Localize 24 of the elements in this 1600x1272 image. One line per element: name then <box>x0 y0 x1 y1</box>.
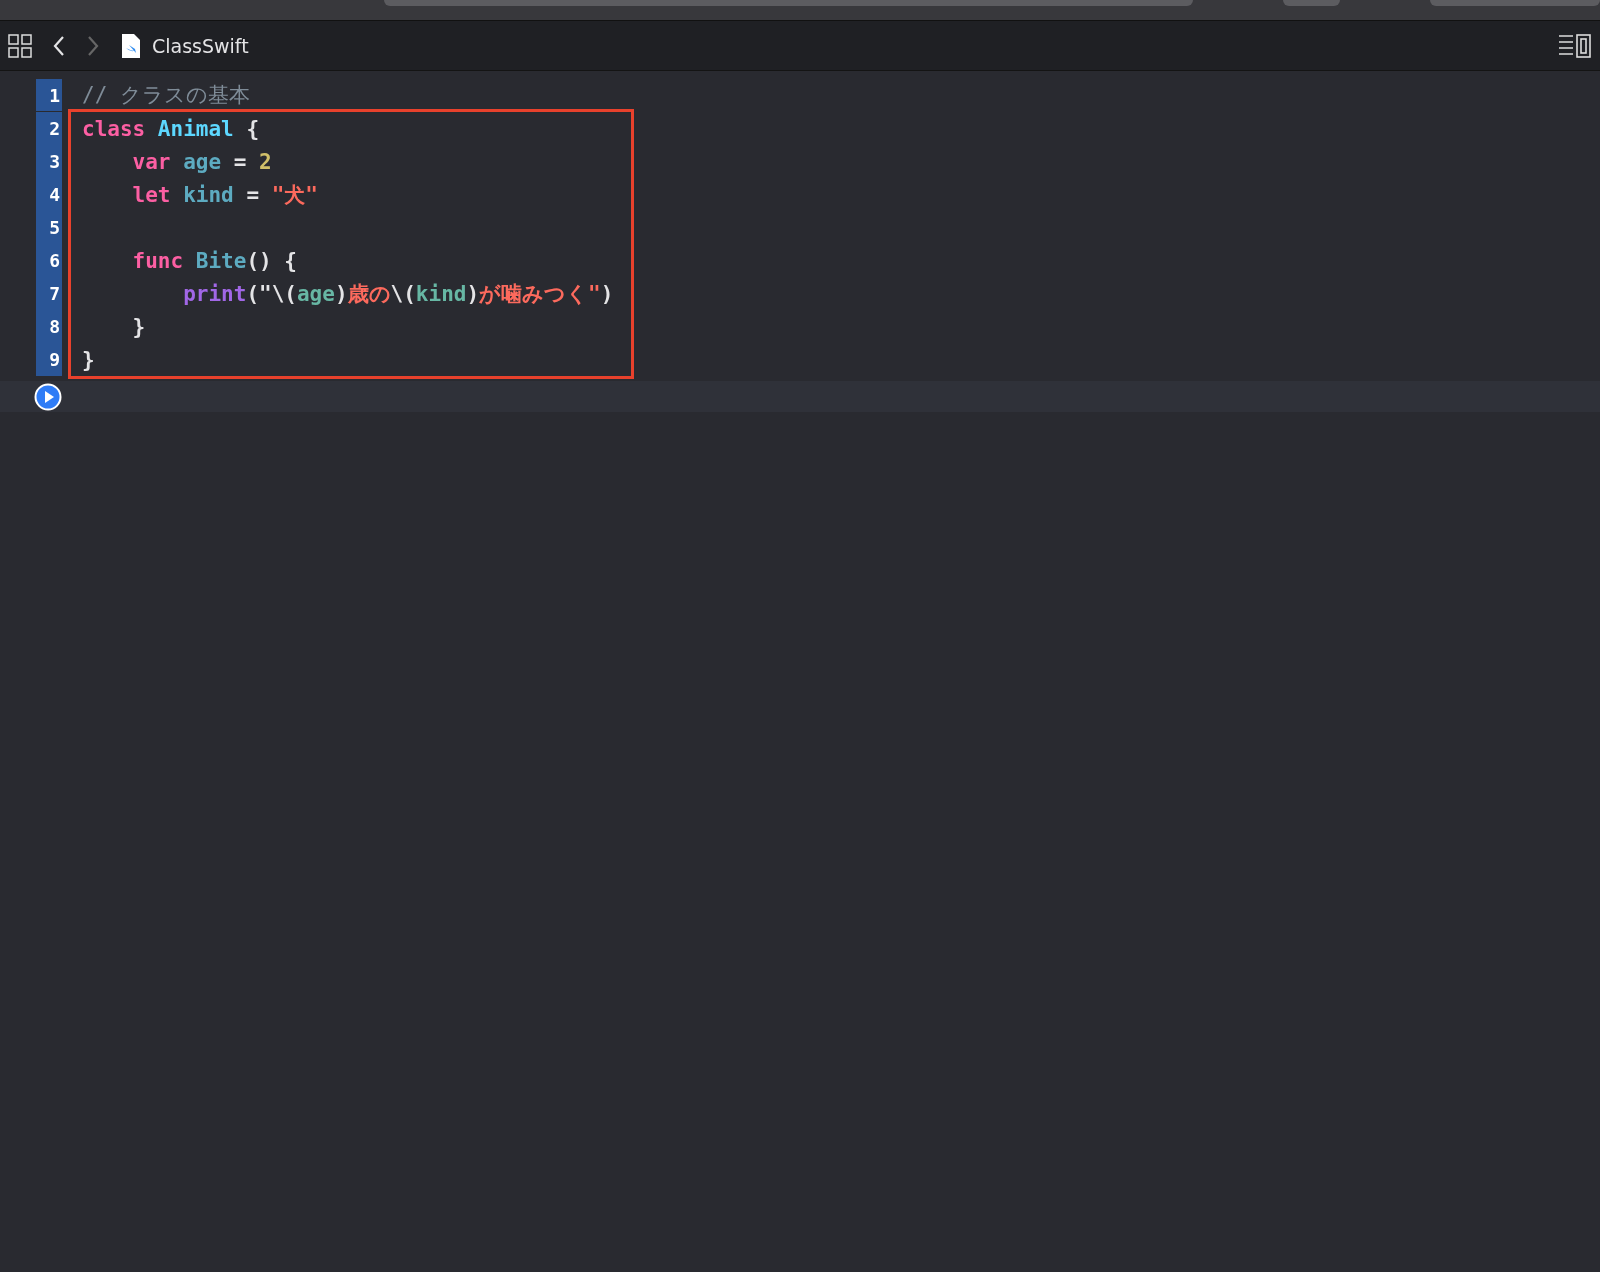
line-number: 9 <box>36 343 62 376</box>
line-number: 6 <box>36 244 62 277</box>
code-line: } <box>81 347 95 372</box>
code-line: var age = 2 <box>131 149 272 174</box>
line-number: 5 <box>36 211 62 244</box>
code-line: let kind = "犬" <box>131 181 318 209</box>
code-line: // クラスの基本 <box>81 82 250 109</box>
line-number: 1 <box>36 79 62 111</box>
file-tab-title[interactable]: ClassSwift <box>152 34 249 57</box>
line-number: 4 <box>36 178 62 211</box>
line-number: 2 <box>36 112 62 145</box>
back-icon[interactable] <box>52 34 66 57</box>
code-line: print("\(age)歳の\(kind)が噛みつく") <box>182 280 614 308</box>
swift-file-icon <box>120 32 142 59</box>
line-number: 8 <box>36 310 62 343</box>
forward-icon[interactable] <box>86 34 100 57</box>
run-icon[interactable] <box>34 382 62 411</box>
code-line: class Animal { <box>81 116 260 141</box>
code-line: func Bite() { <box>131 248 297 273</box>
inspector-toggle-icon[interactable] <box>1558 33 1592 58</box>
code-line: } <box>131 314 146 339</box>
grid-icon[interactable] <box>8 33 32 58</box>
line-number: 7 <box>36 277 62 310</box>
line-number: 3 <box>36 145 62 178</box>
